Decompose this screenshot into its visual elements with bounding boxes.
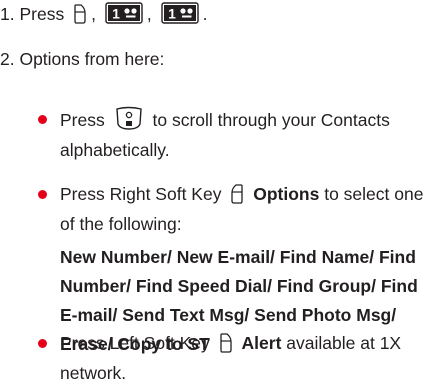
options-label: Options xyxy=(253,184,320,204)
left-soft-key-icon xyxy=(219,333,233,360)
bullet-item-options: Press Right Soft Key Options to select o… xyxy=(38,181,430,237)
bullet-dot xyxy=(38,115,47,124)
bullet-dot xyxy=(38,339,47,348)
step-1: 1. Press , 1 , 1 . xyxy=(0,2,207,29)
bullet-3-pre: Press Left Soft Key xyxy=(60,333,210,353)
step-2: 2. Options from here: xyxy=(0,49,165,69)
sep-1: , xyxy=(91,4,96,24)
bullet-2-pre: Press Right Soft Key xyxy=(60,184,222,204)
nav-key-icon xyxy=(114,106,144,137)
left-soft-key-icon xyxy=(73,4,87,29)
step-1-prefix: 1. Press xyxy=(0,4,65,24)
bullet-item-alert: Press Left Soft Key Alert available at 1… xyxy=(38,330,430,386)
right-soft-key-icon xyxy=(230,184,244,211)
bullet-1-post: to scroll through your Contacts alphabet… xyxy=(60,110,390,160)
bullet-1-pre: Press xyxy=(60,110,105,130)
step-1-end: . xyxy=(202,4,208,24)
key-1-label: 1 xyxy=(168,6,176,22)
one-voicemail-key-icon: 1 xyxy=(105,2,143,29)
sep-2: , xyxy=(146,4,152,24)
one-voicemail-key-icon: 1 xyxy=(160,2,199,29)
key-1-label: 1 xyxy=(112,6,120,22)
bullet-item-scroll: Press to scroll through your Contacts al… xyxy=(38,106,430,163)
alert-label: Alert xyxy=(241,333,282,353)
bullet-dot xyxy=(38,190,47,199)
